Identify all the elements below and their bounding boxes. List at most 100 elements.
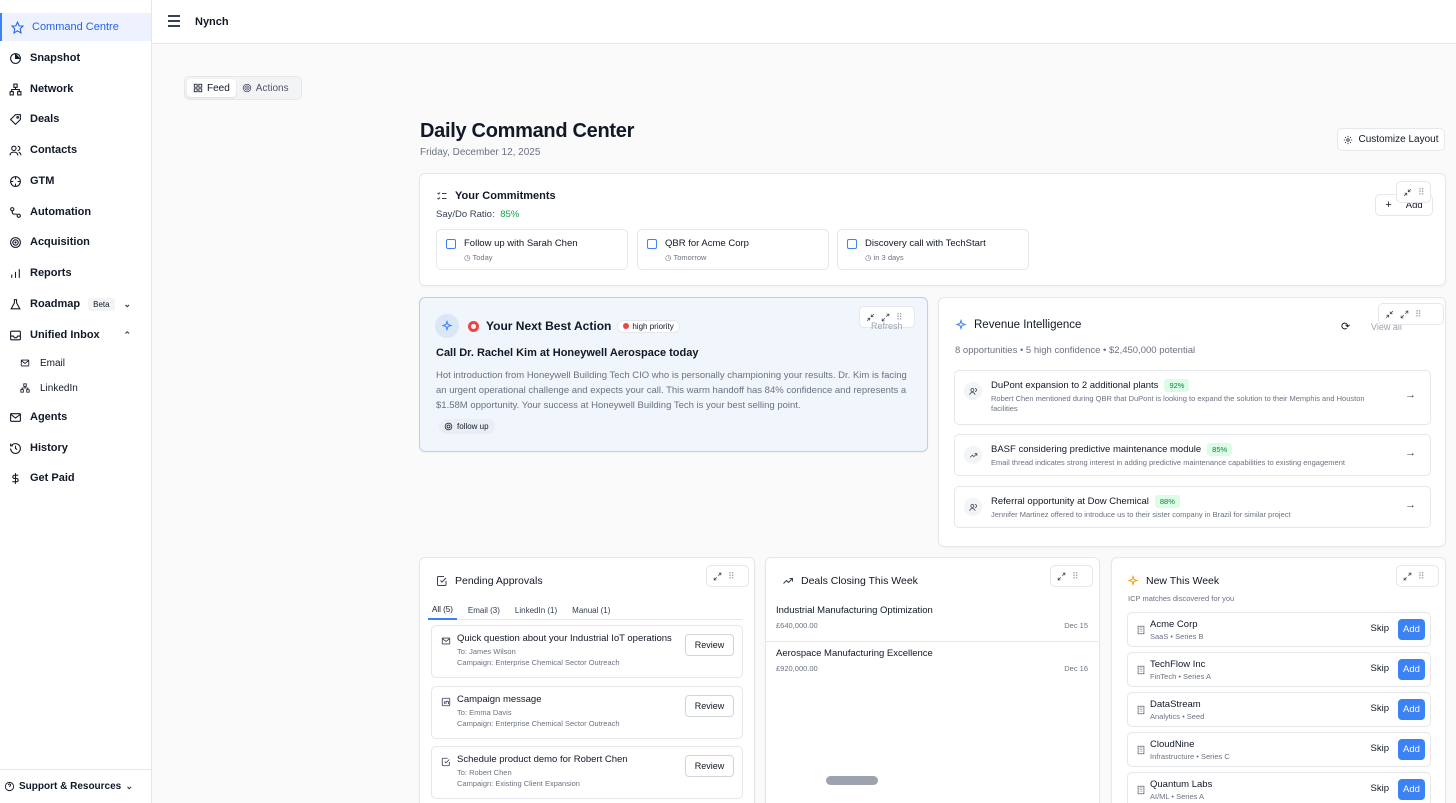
sidebar-item-acquisition[interactable]: Acquisition xyxy=(0,228,151,256)
support-label: Support & Resources xyxy=(19,781,122,792)
sidebar-item-unified-inbox[interactable]: Unified Inbox ⌃ xyxy=(0,321,151,349)
menu-icon[interactable] xyxy=(168,15,180,27)
crosshair-icon xyxy=(8,174,22,188)
sidebar-item-snapshot[interactable]: Snapshot xyxy=(0,44,151,72)
commitments-title: Your Commitments xyxy=(436,190,556,202)
nba-body: Hot introduction from Honeywell Building… xyxy=(436,370,907,411)
approval-item[interactable]: Quick question about your Industrial IoT… xyxy=(431,625,743,678)
checkbox[interactable] xyxy=(446,239,456,249)
approvals-title: Pending Approvals xyxy=(436,575,543,587)
sidebar-item-history[interactable]: History xyxy=(0,434,151,462)
tab-email[interactable]: Email (3) xyxy=(464,601,504,620)
check-square-icon xyxy=(437,576,447,586)
company-meta: Analytics • Seed xyxy=(1150,712,1205,721)
sidebar-item-contacts[interactable]: Contacts xyxy=(0,136,151,164)
expand-icon[interactable] xyxy=(713,572,722,581)
tab-actions[interactable]: Actions xyxy=(236,79,295,97)
confidence-badge: 92% xyxy=(1164,379,1190,392)
tab-feed[interactable]: Feed xyxy=(187,79,236,97)
approval-recipient: To: Robert Chen xyxy=(457,768,512,777)
approval-item[interactable]: Schedule product demo for Robert Chen To… xyxy=(431,746,743,799)
commitment-item[interactable]: Follow up with Sarah Chen ◷ Today xyxy=(436,229,628,270)
sidebar-item-label: Command Centre xyxy=(32,21,119,33)
add-button[interactable]: Add xyxy=(1398,779,1425,800)
chevron-down-icon[interactable]: ⌄ xyxy=(125,781,133,792)
add-button[interactable]: Add xyxy=(1398,699,1425,720)
add-button[interactable]: Add xyxy=(1398,619,1425,640)
arrow-right-icon[interactable]: → xyxy=(1405,389,1416,401)
commitment-item[interactable]: QBR for Acme Corp ◷ Tomorrow xyxy=(637,229,829,270)
add-button[interactable]: Add xyxy=(1398,659,1425,680)
sidebar-item-command-centre[interactable]: Command Centre xyxy=(0,13,151,41)
skip-button[interactable]: Skip xyxy=(1371,623,1389,634)
sidebar-item-automation[interactable]: Automation xyxy=(0,198,151,226)
tab-manual[interactable]: Manual (1) xyxy=(568,601,614,620)
opportunity-title-text: Referral opportunity at Dow Chemical xyxy=(991,496,1149,507)
checkbox[interactable] xyxy=(647,239,657,249)
deal-row[interactable]: Industrial Manufacturing Optimization £6… xyxy=(766,600,1098,642)
sidebar-item-roadmap[interactable]: Roadmap Beta ⌄ xyxy=(0,290,151,318)
building-icon xyxy=(1136,704,1147,715)
skip-button[interactable]: Skip xyxy=(1371,663,1389,674)
ratio-value: 85% xyxy=(500,209,520,220)
revenue-title: Revenue Intelligence xyxy=(955,319,1081,331)
nba-title: Your Next Best Action high priority xyxy=(468,319,680,333)
checkbox[interactable] xyxy=(847,239,857,249)
refresh-icon[interactable]: ⟳ xyxy=(1341,320,1350,333)
deal-value: £640,000.00 xyxy=(776,621,818,630)
expand-icon[interactable] xyxy=(1400,310,1409,319)
commitment-item[interactable]: Discovery call with TechStart ◷ in 3 day… xyxy=(837,229,1029,270)
minimize-icon[interactable] xyxy=(1403,188,1412,197)
arrow-right-icon[interactable]: → xyxy=(1405,447,1416,459)
minimize-icon[interactable] xyxy=(1385,310,1394,319)
skip-button[interactable]: Skip xyxy=(1371,783,1389,794)
sidebar-item-label: Roadmap xyxy=(30,298,81,310)
chevron-down-icon[interactable]: ⌄ xyxy=(123,299,131,310)
refresh-button[interactable]: Refresh xyxy=(871,321,903,331)
scrollbar-thumb[interactable] xyxy=(826,776,878,785)
drag-handle-icon[interactable]: ⠿ xyxy=(1418,187,1425,198)
drag-handle-icon[interactable]: ⠿ xyxy=(1418,571,1425,582)
arrow-right-icon[interactable]: → xyxy=(1405,499,1416,511)
sidebar-item-deals[interactable]: Deals xyxy=(0,105,151,133)
sidebar-item-linkedin[interactable]: LinkedIn xyxy=(0,374,151,402)
add-button[interactable]: Add xyxy=(1398,739,1425,760)
expand-icon[interactable] xyxy=(1057,572,1066,581)
opportunity-item[interactable]: DuPont expansion to 2 additional plants 9… xyxy=(954,370,1431,425)
building-icon xyxy=(1136,744,1147,755)
review-button[interactable]: Review xyxy=(685,755,734,777)
approval-title: Schedule product demo for Robert Chen xyxy=(457,754,628,765)
drag-handle-icon[interactable]: ⠿ xyxy=(1072,571,1079,582)
new-this-week-card: New This Week ICP matches discovered for… xyxy=(1111,557,1446,803)
skip-button[interactable]: Skip xyxy=(1371,703,1389,714)
customize-layout-button[interactable]: Customize Layout xyxy=(1337,128,1445,151)
drag-handle-icon[interactable]: ⠿ xyxy=(1415,309,1422,320)
chevron-up-icon[interactable]: ⌃ xyxy=(123,330,131,341)
opportunity-item[interactable]: Referral opportunity at Dow Chemical 88% … xyxy=(954,486,1431,528)
opportunity-desc: Jennifer Martinez offered to introduce u… xyxy=(991,510,1291,519)
support-resources[interactable]: Support & Resources ⌄ xyxy=(0,769,151,803)
tag-icon xyxy=(8,112,22,126)
drag-handle-icon[interactable]: ⠿ xyxy=(728,571,735,582)
company-item: CloudNine Infrastructure • Series C Skip… xyxy=(1127,732,1431,767)
follow-up-chip[interactable]: follow up xyxy=(439,419,495,434)
nba-headline: Call Dr. Rachel Kim at Honeywell Aerospa… xyxy=(436,347,699,359)
tab-all[interactable]: All (5) xyxy=(428,601,457,620)
sidebar-item-get-paid[interactable]: Get Paid xyxy=(0,464,151,492)
sidebar-item-agents[interactable]: Agents xyxy=(0,403,151,431)
skip-button[interactable]: Skip xyxy=(1371,743,1389,754)
expand-icon[interactable] xyxy=(1403,572,1412,581)
sidebar-item-network[interactable]: Network xyxy=(0,75,151,103)
review-button[interactable]: Review xyxy=(685,634,734,656)
new-title-text: New This Week xyxy=(1146,575,1220,587)
approval-item[interactable]: Campaign message To: Emma Davis Campaign… xyxy=(431,686,743,739)
review-button[interactable]: Review xyxy=(685,695,734,717)
sidebar-item-reports[interactable]: Reports xyxy=(0,259,151,287)
tab-linkedin[interactable]: LinkedIn (1) xyxy=(511,601,561,620)
sidebar-item-gtm[interactable]: GTM xyxy=(0,167,151,195)
linkedin-icon xyxy=(441,696,451,707)
deal-row[interactable]: Aerospace Manufacturing Excellence £920,… xyxy=(766,643,1098,685)
sidebar-item-email[interactable]: Email xyxy=(0,349,151,377)
sidebar-item-label: Network xyxy=(30,83,74,95)
opportunity-item[interactable]: BASF considering predictive maintenance … xyxy=(954,434,1431,476)
